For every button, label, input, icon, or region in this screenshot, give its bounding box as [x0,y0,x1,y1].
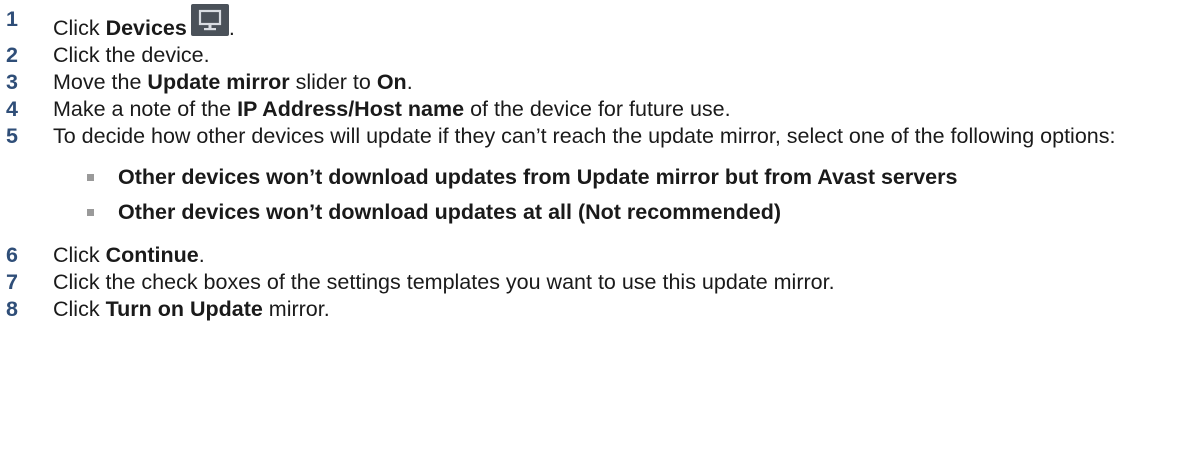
step-text-bold: On [376,70,407,94]
step-text-pre: Make a note of the [53,97,238,121]
option-text: Other devices won’t download updates at … [118,200,782,224]
step-number: 6 [6,243,18,267]
step-text: Click the device. [53,43,210,67]
step-text: To decide how other devices will update … [53,124,1116,148]
step-text-post: of the device for future use. [464,97,731,121]
step-number: 7 [6,270,18,294]
step-number: 8 [6,297,18,321]
step-text-pre: Move the [53,70,148,94]
options-list: Other devices won’t download updates fro… [0,160,1199,230]
step-text-bold: IP Address/Host name [237,97,465,121]
step-text-post: . [406,70,413,94]
list-item: Other devices won’t download updates at … [0,195,1199,230]
step-text-pre: Click [53,16,106,40]
step-text-bold: Update mirror [147,70,290,94]
step-text: Click Continue. [53,242,1199,269]
step-text-post: . [198,243,205,267]
step-text-post: mirror. [262,297,330,321]
step-4: 4 Make a note of the IP Address/Host nam… [0,96,1199,123]
monitor-icon [190,4,229,36]
step-text: Click Devices. [53,4,1199,42]
step-text-post: . [228,16,235,40]
step-text-mid: slider to [289,70,377,94]
step-text-bold: Turn on Update [105,297,263,321]
step-2: 2 Click the device. [0,42,1199,69]
step-number: 4 [6,97,18,121]
list-item: Other devices won’t download updates fro… [0,160,1199,195]
step-7: 7 Click the check boxes of the settings … [0,269,1199,296]
step-text: Make a note of the IP Address/Host name … [53,96,1199,123]
step-text: Click Turn on Update mirror. [53,296,1199,323]
step-text-pre: Click [53,243,106,267]
step-text-bold: Devices [105,16,187,40]
step-8: 8 Click Turn on Update mirror. [0,296,1199,323]
document-page: 1 Click Devices. 2 Click the device. 3 M… [0,0,1199,454]
step-text-bold: Continue [105,243,199,267]
step-number: 5 [6,124,18,148]
option-text: Other devices won’t download updates fro… [118,165,958,189]
step-number: 3 [6,70,18,94]
step-1: 1 Click Devices. [0,4,1199,42]
step-number: 1 [6,7,18,31]
step-6: 6 Click Continue. [0,242,1199,269]
step-5: 5 To decide how other devices will updat… [0,123,1199,150]
step-3: 3 Move the Update mirror slider to On. [0,69,1199,96]
step-number: 2 [6,43,18,67]
step-text: Move the Update mirror slider to On. [53,69,1199,96]
step-text: Click the check boxes of the settings te… [53,270,835,294]
step-text-pre: Click [53,297,106,321]
